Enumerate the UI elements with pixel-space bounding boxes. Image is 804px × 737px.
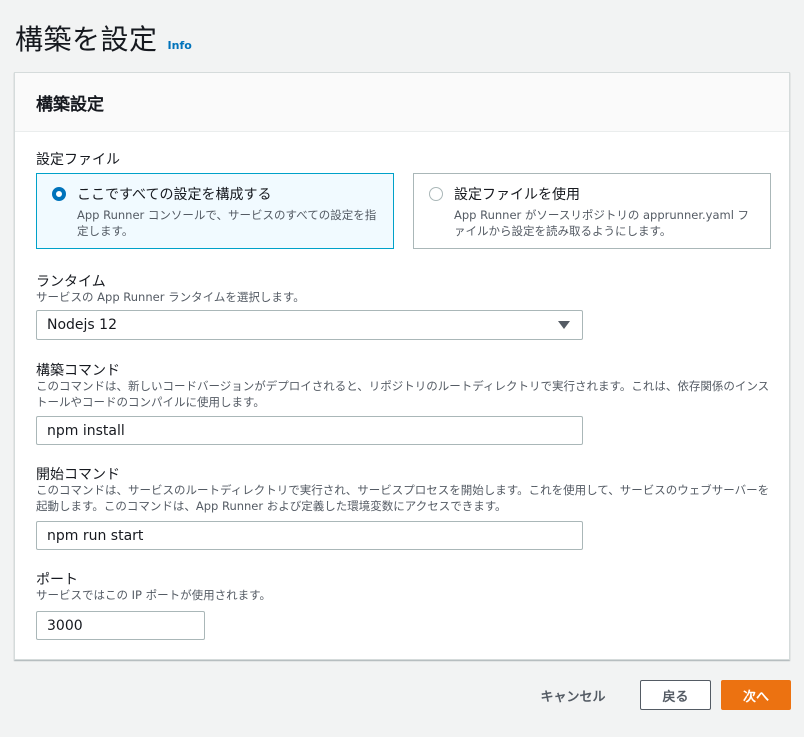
tile-use-config-file-desc: App Runner がソースリポジトリの apprunner.yaml ファイ…	[454, 208, 750, 238]
caret-down-icon	[558, 321, 570, 329]
build-settings-panel: 構築設定 設定ファイル ここですべての設定を構成する App Runner コン…	[14, 72, 790, 660]
runtime-label: ランタイム	[36, 274, 106, 290]
build-command-desc: このコマンドは、新しいコードバージョンがデプロイされると、リポジトリのルートディ…	[36, 379, 770, 409]
runtime-select[interactable]: Nodejs 12	[36, 310, 583, 340]
tile-configure-here-title: ここですべての設定を構成する	[77, 187, 272, 203]
start-command-label: 開始コマンド	[36, 467, 120, 483]
page-header: 構築を設定 Info	[15, 18, 192, 58]
radio-use-config-file[interactable]	[429, 187, 443, 201]
port-desc: サービスではこの IP ポートが使用されます。	[36, 588, 271, 602]
start-command-desc: このコマンドは、サービスのルートディレクトリで実行され、サービスプロセスを開始し…	[36, 483, 770, 513]
tile-use-config-file-title: 設定ファイルを使用	[454, 187, 580, 203]
start-command-input[interactable]	[36, 521, 583, 550]
cancel-button[interactable]: キャンセル	[528, 680, 618, 710]
tile-configure-here[interactable]: ここですべての設定を構成する App Runner コンソールで、サービスのすべ…	[36, 173, 394, 249]
info-link[interactable]: Info	[168, 39, 192, 52]
next-button[interactable]: 次へ	[721, 680, 791, 710]
port-label: ポート	[36, 572, 78, 588]
config-file-label: 設定ファイル	[36, 152, 120, 168]
port-input[interactable]	[36, 611, 205, 640]
back-button[interactable]: 戻る	[640, 680, 711, 710]
build-command-input[interactable]	[36, 416, 583, 445]
build-command-label: 構築コマンド	[36, 363, 120, 379]
runtime-select-value: Nodejs 12	[47, 317, 117, 333]
panel-title: 構築設定	[36, 94, 104, 115]
tile-use-config-file[interactable]: 設定ファイルを使用 App Runner がソースリポジトリの apprunne…	[413, 173, 771, 249]
tile-configure-here-desc: App Runner コンソールで、サービスのすべての設定を指定します。	[77, 208, 377, 238]
page-title: 構築を設定	[15, 23, 158, 56]
runtime-desc: サービスの App Runner ランタイムを選択します。	[36, 290, 305, 304]
radio-configure-here[interactable]	[52, 187, 66, 201]
panel-header: 構築設定	[15, 73, 789, 132]
